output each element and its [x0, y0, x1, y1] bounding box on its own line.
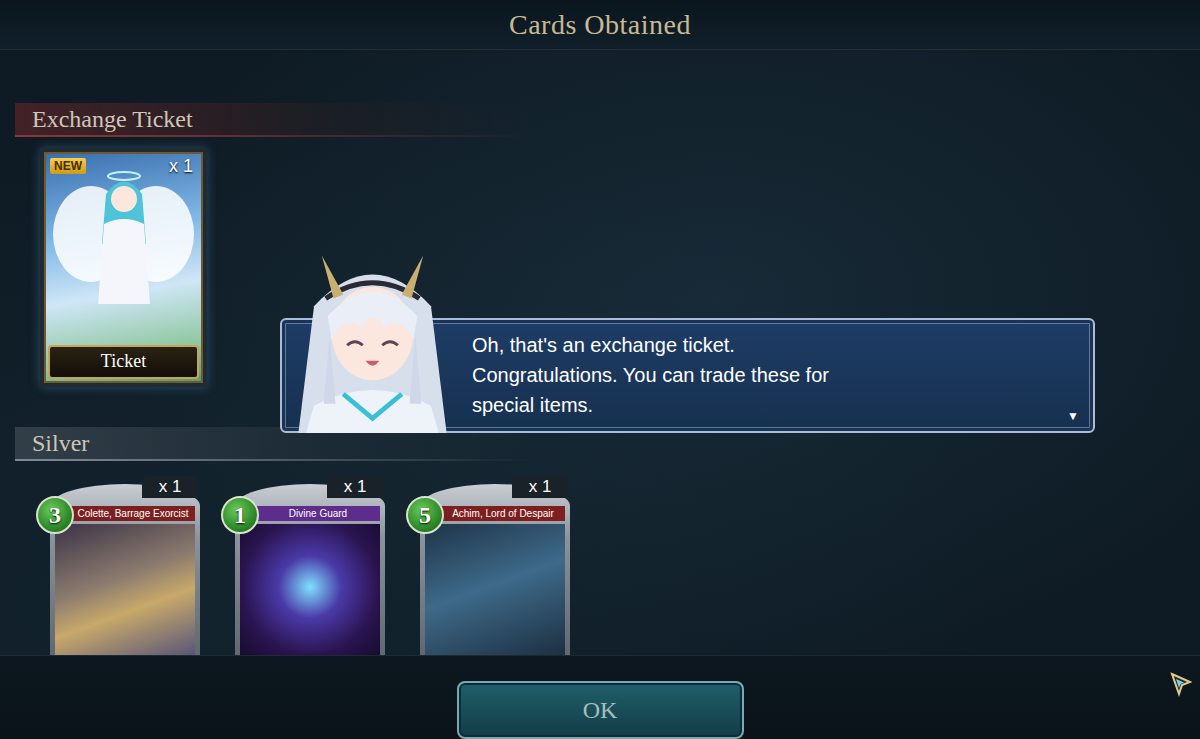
guide-portrait-icon — [275, 238, 470, 433]
card-row: x 1Colette, Barrage Exorcist3x 1Divine G… — [50, 476, 1200, 655]
card-art — [240, 524, 380, 655]
dialog-line: special items. — [472, 390, 1067, 420]
dialog-line: Oh, that's an exchange ticket. — [472, 330, 1067, 360]
screen: Cards Obtained Exchange Ticket NEW x 1 Tic… — [0, 0, 1200, 739]
cursor-icon — [1170, 672, 1192, 698]
bottom-bar: OK — [0, 655, 1200, 739]
cost-gem: 3 — [36, 496, 74, 534]
card-art — [55, 524, 195, 655]
cards-panel: Exchange Ticket NEWx 1Ticket Silver x 1C… — [0, 50, 1200, 655]
card-count: x 1 — [512, 476, 568, 498]
card[interactable]: x 1Divine Guard1 — [235, 476, 385, 655]
screen-title: Cards Obtained — [509, 8, 691, 42]
button-row: OK — [457, 656, 744, 739]
more-arrow-icon[interactable]: ▼ — [1067, 409, 1079, 423]
ok-button[interactable]: OK — [457, 681, 744, 739]
card-name: Colette, Barrage Exorcist — [55, 506, 195, 521]
card[interactable]: x 1Achim, Lord of Despair5 — [420, 476, 570, 655]
card-name: Achim, Lord of Despair — [425, 506, 565, 521]
card-name: Divine Guard — [240, 506, 380, 521]
card-art — [425, 524, 565, 655]
cost-gem: 5 — [406, 496, 444, 534]
card-count: x 1 — [327, 476, 383, 498]
cost-gem: 1 — [221, 496, 259, 534]
section-heading: Exchange Ticket — [15, 103, 530, 137]
ticket-card[interactable]: NEW x 1 Ticket — [40, 148, 207, 387]
card[interactable]: x 1Colette, Barrage Exorcist3 — [50, 476, 200, 655]
card-count: x 1 — [142, 476, 198, 498]
dialog-text: Oh, that's an exchange ticket.Congratula… — [472, 330, 1067, 423]
ticket-label: Ticket — [48, 345, 199, 379]
card-count: x 1 — [169, 156, 193, 176]
title-bar: Cards Obtained — [0, 0, 1200, 50]
dialog-line: Congratulations. You can trade these for — [472, 360, 1067, 390]
new-badge: NEW — [50, 158, 86, 174]
